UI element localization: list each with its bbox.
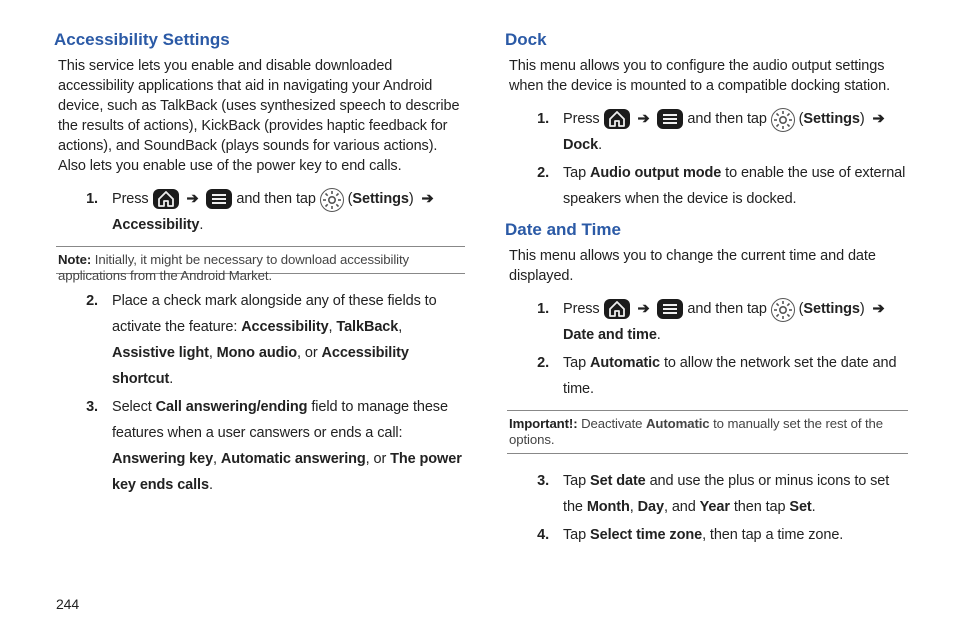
date-steps: 1. Press ➔ and then tap (Settings) ➔ Dat… [507,296,908,402]
home-icon [604,299,630,319]
page-number: 244 [56,596,79,612]
dock-step-2: 2. Tap Audio output mode to enable the u… [507,160,908,212]
dock-step-1: 1. Press ➔ and then tap (Settings) ➔ Doc… [507,106,908,158]
section-heading-accessibility: Accessibility Settings [54,30,465,50]
step-2: 2. Place a check mark alongside any of t… [56,288,465,392]
gear-icon [771,298,795,322]
dock-steps: 1. Press ➔ and then tap (Settings) ➔ Doc… [507,106,908,212]
accessibility-intro: This service lets you enable and disable… [58,56,465,176]
left-column: Accessibility Settings This service lets… [56,30,465,636]
date-step-2: 2. Tap Automatic to allow the network se… [507,350,908,402]
date-intro: This menu allows you to change the curre… [509,246,908,286]
home-icon [604,109,630,129]
date-steps-cont: 3. Tap Set date and use the plus or minu… [507,468,908,548]
gear-icon [771,108,795,132]
note-box: Note: Initially, it might be necessary t… [56,246,465,274]
accessibility-steps-cont: 2. Place a check mark alongside any of t… [56,288,465,498]
accessibility-steps: 1. Press ➔ and then tap (Settings) ➔ Acc… [56,186,465,238]
section-heading-date: Date and Time [505,220,908,240]
right-column: Dock This menu allows you to configure t… [507,30,908,636]
date-step-3: 3. Tap Set date and use the plus or minu… [507,468,908,520]
date-step-1: 1. Press ➔ and then tap (Settings) ➔ Dat… [507,296,908,348]
gear-icon [320,188,344,212]
dock-intro: This menu allows you to configure the au… [509,56,908,96]
step-3: 3. Select Call answering/ending field to… [56,394,465,498]
home-icon [153,189,179,209]
date-step-4: 4. Tap Select time zone, then tap a time… [507,522,908,548]
section-heading-dock: Dock [505,30,908,50]
menu-icon [657,299,683,319]
step-1: 1. Press ➔ and then tap (Settings) ➔ Acc… [56,186,465,238]
menu-icon [206,189,232,209]
important-box: Important!: Deactivate Automatic to manu… [507,410,908,454]
menu-icon [657,109,683,129]
